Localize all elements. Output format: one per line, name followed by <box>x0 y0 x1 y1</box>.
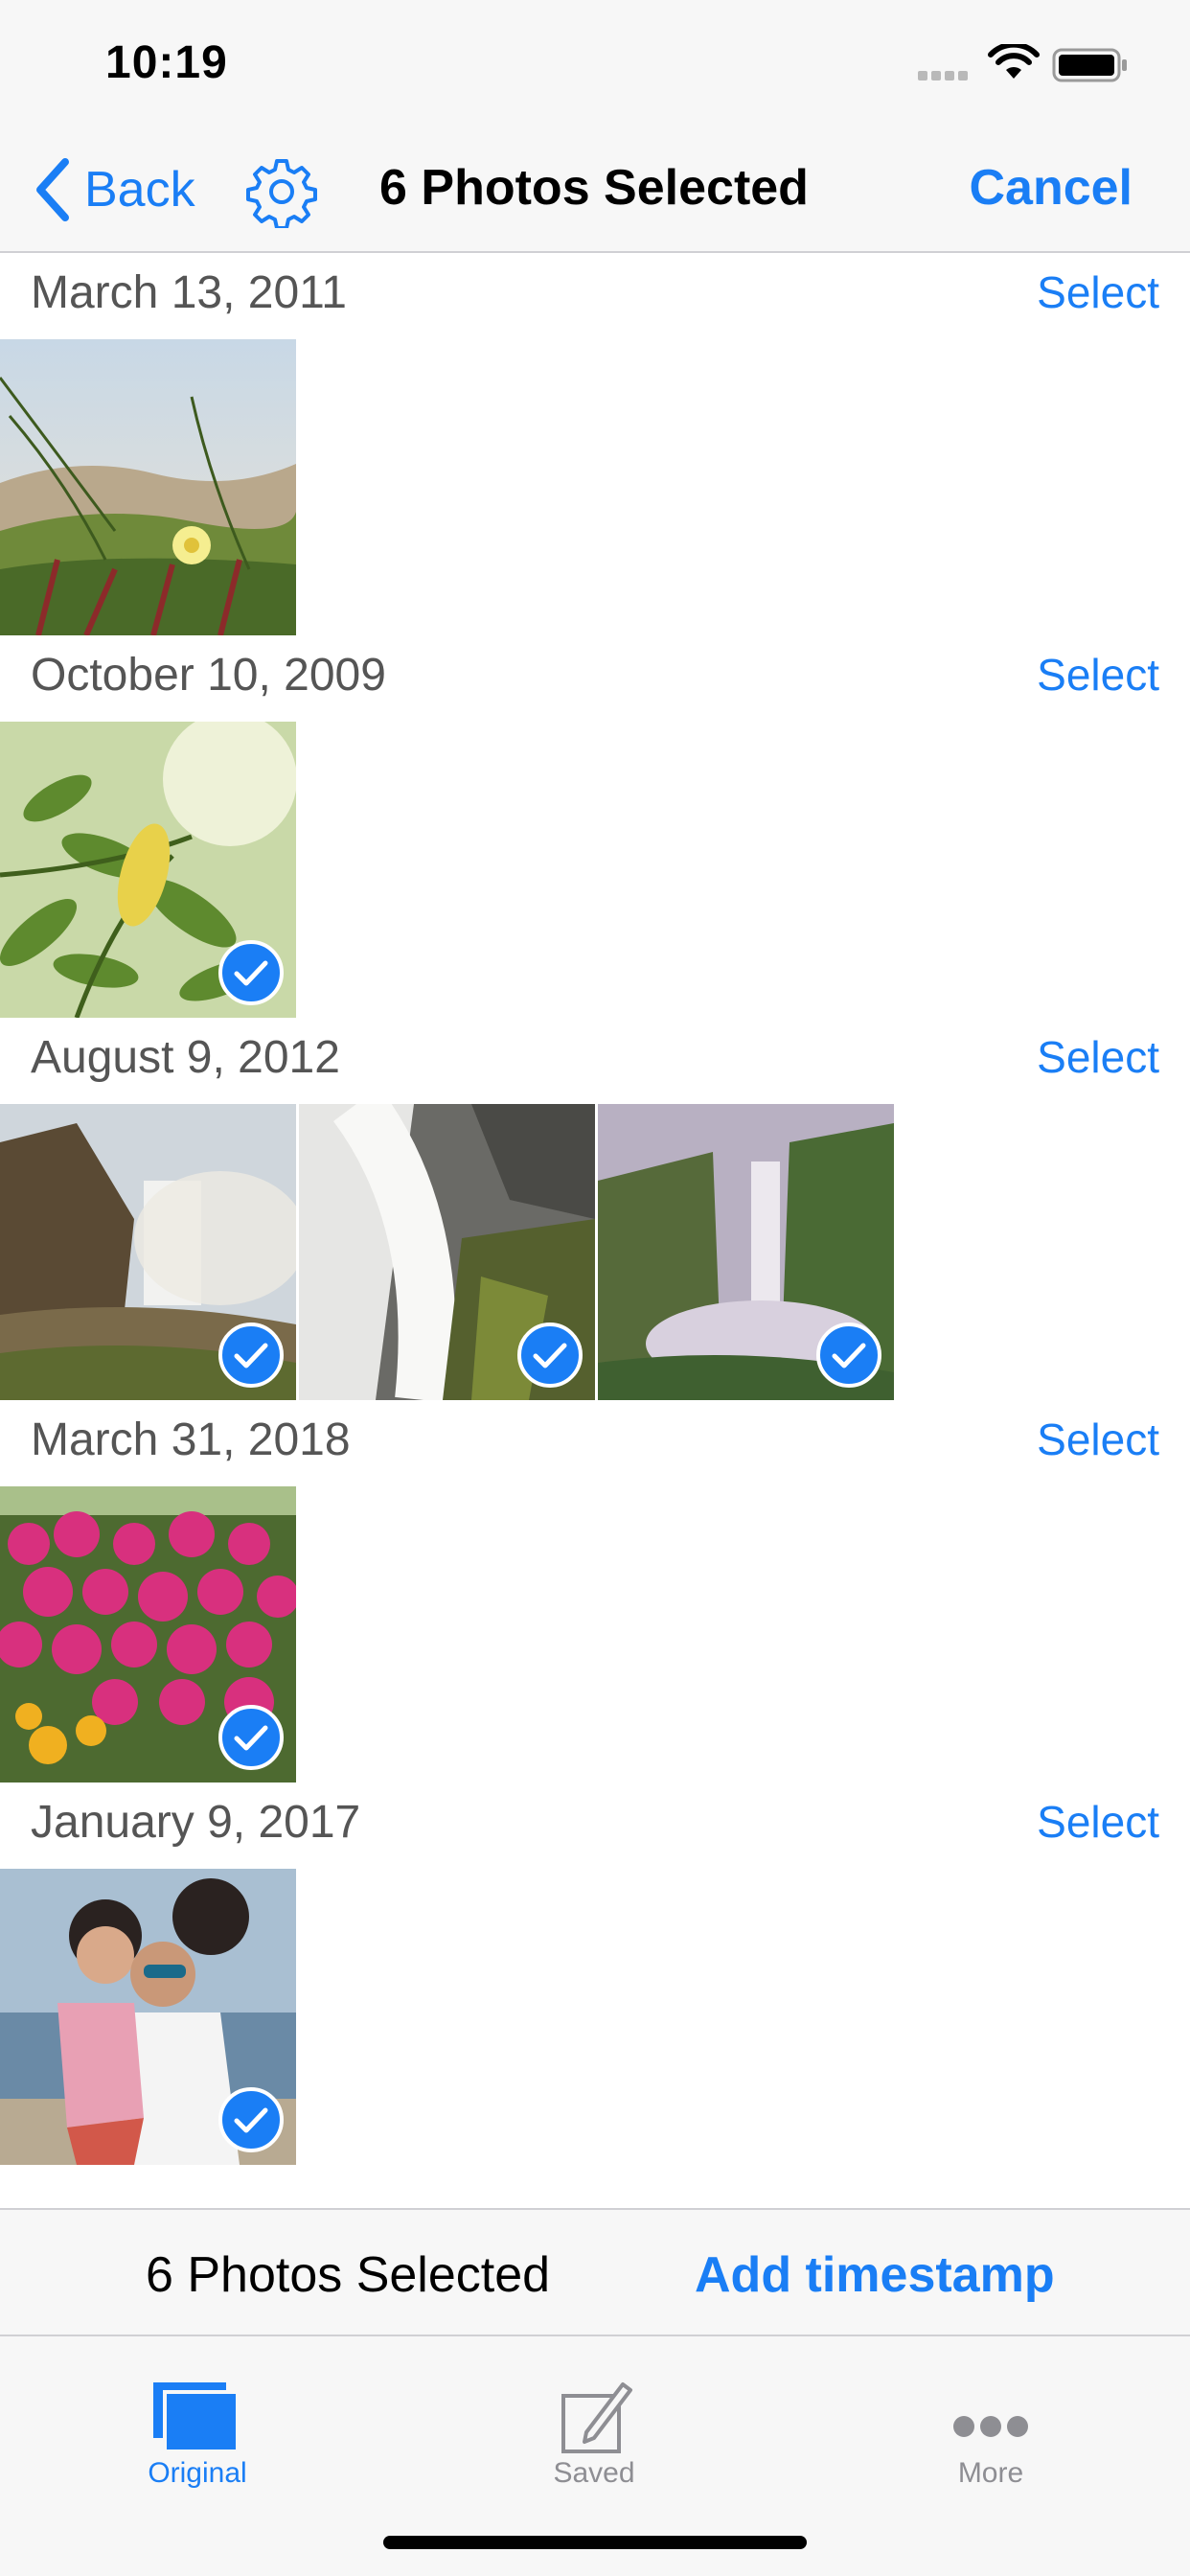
tab-label: Saved <box>553 2457 635 2489</box>
checkmark-icon <box>218 940 284 1005</box>
tab-saved[interactable]: Saved <box>450 2356 738 2509</box>
status-time: 10:19 <box>105 37 228 88</box>
tab-original[interactable]: Original <box>54 2356 341 2509</box>
photo-section: August 9, 2012 Select <box>0 1018 1190 1400</box>
tab-more[interactable]: More <box>847 2356 1134 2509</box>
photo-section: March 31, 2018 Select <box>0 1400 1190 1782</box>
photo-thumbnail[interactable] <box>0 1486 296 1782</box>
battery-icon <box>1052 48 1127 82</box>
photo-thumbnail[interactable] <box>598 1104 894 1400</box>
photo-row <box>0 1486 299 1782</box>
selection-action-bar: 6 Photos Selected Add timestamp <box>0 2208 1190 2336</box>
back-button[interactable]: Back <box>33 155 195 224</box>
section-select-button[interactable]: Select <box>1037 266 1159 318</box>
chevron-left-icon <box>36 158 69 221</box>
checkmark-icon <box>218 2087 284 2152</box>
ellipsis-icon <box>953 2416 1028 2437</box>
section-select-button[interactable]: Select <box>1037 649 1159 701</box>
selected-count-label: 6 Photos Selected <box>146 2247 551 2303</box>
photo-row <box>0 1869 299 2165</box>
navigation-bar: Back 6 Photos Selected Cancel <box>0 126 1190 253</box>
section-date: October 10, 2009 <box>31 650 386 701</box>
photo-thumbnail[interactable] <box>0 722 296 1018</box>
photo-image <box>0 339 296 635</box>
wifi-icon <box>988 44 1040 79</box>
section-select-button[interactable]: Select <box>1037 1031 1159 1083</box>
checkmark-icon <box>816 1322 881 1388</box>
section-select-button[interactable]: Select <box>1037 1414 1159 1465</box>
photo-row <box>0 722 299 1018</box>
cancel-button[interactable]: Cancel <box>969 159 1133 217</box>
section-date: August 9, 2012 <box>31 1032 340 1083</box>
photo-row <box>0 339 299 635</box>
section-date: March 13, 2011 <box>31 267 347 318</box>
section-select-button[interactable]: Select <box>1037 1796 1159 1848</box>
photo-section: October 10, 2009 Select <box>0 635 1190 1018</box>
photo-thumbnail[interactable] <box>0 1104 296 1400</box>
photo-thumbnail[interactable] <box>299 1104 595 1400</box>
photo-thumbnail[interactable] <box>0 339 296 635</box>
checkmark-icon <box>517 1322 583 1388</box>
status-bar: 10:19 <box>0 0 1190 126</box>
stacked-photos-icon <box>153 2382 240 2453</box>
edit-square-icon <box>561 2382 632 2453</box>
section-date: March 31, 2018 <box>31 1414 351 1465</box>
photo-section: March 13, 2011 Select <box>0 253 1190 635</box>
home-indicator <box>383 2536 807 2549</box>
photo-section: January 9, 2017 Select <box>0 1782 1190 2165</box>
photo-thumbnail[interactable] <box>0 1869 296 2165</box>
add-timestamp-button[interactable]: Add timestamp <box>695 2246 1055 2304</box>
tab-label: More <box>957 2457 1024 2489</box>
gear-icon[interactable] <box>245 155 318 228</box>
section-date: January 9, 2017 <box>31 1797 361 1848</box>
checkmark-icon <box>218 1705 284 1770</box>
cellular-signal-icon <box>918 71 975 80</box>
photo-row <box>0 1104 897 1400</box>
tab-label: Original <box>148 2457 247 2489</box>
checkmark-icon <box>218 1322 284 1388</box>
page-title: 6 Photos Selected <box>379 160 809 216</box>
back-label: Back <box>84 162 195 218</box>
